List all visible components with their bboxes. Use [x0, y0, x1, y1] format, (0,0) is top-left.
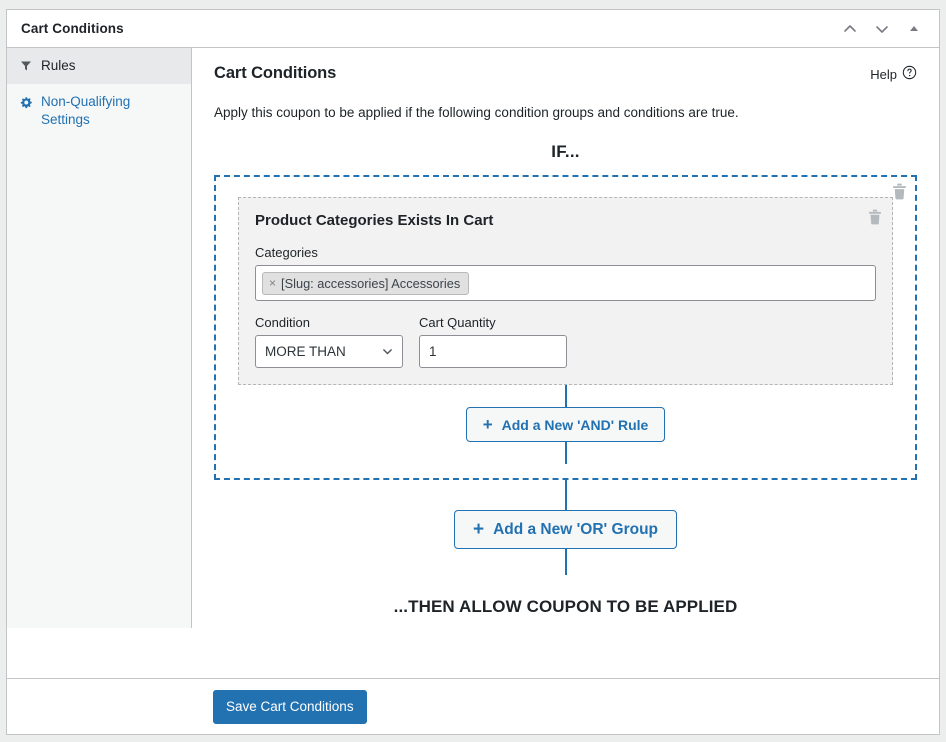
condition-label: Condition — [255, 315, 403, 330]
or-group: Product Categories Exists In Cart Catego… — [214, 175, 917, 480]
categories-input[interactable]: × [Slug: accessories] Accessories — [255, 265, 876, 301]
metabox-body: Rules Non-Qualifying Settings Cart Condi… — [7, 48, 939, 678]
plus-icon: + — [473, 520, 484, 539]
metabox-header: Cart Conditions — [7, 10, 939, 48]
sidebar-item-label: Non-Qualifying Settings — [41, 93, 181, 129]
category-tag[interactable]: × [Slug: accessories] Accessories — [262, 272, 469, 295]
add-or-group-label: Add a New 'OR' Group — [493, 521, 658, 539]
page-title: Cart Conditions — [214, 64, 336, 83]
category-tag-label: [Slug: accessories] Accessories — [281, 276, 460, 291]
conditions-content: Cart Conditions Help Apply this coupon t… — [192, 48, 939, 678]
settings-sidebar: Rules Non-Qualifying Settings — [7, 48, 192, 628]
condition-select[interactable]: MORE THAN — [255, 335, 403, 368]
then-label: ...THEN ALLOW COUPON TO BE APPLIED — [214, 597, 917, 617]
metabox-footer: Save Cart Conditions — [7, 678, 939, 734]
plus-icon: + — [483, 416, 493, 433]
metabox-title: Cart Conditions — [21, 21, 124, 36]
condition-card: Product Categories Exists In Cart Catego… — [238, 197, 893, 385]
condition-row: Condition MORE THAN Cart — [255, 315, 876, 368]
connector-line — [565, 480, 567, 510]
sidebar-item-non-qualifying-settings[interactable]: Non-Qualifying Settings — [7, 84, 191, 138]
toggle-panel-icon[interactable] — [899, 15, 929, 43]
cart-quantity-field: Cart Quantity — [419, 315, 567, 368]
content-header: Cart Conditions Help — [214, 64, 917, 83]
sidebar-item-label: Rules — [41, 57, 76, 75]
categories-label: Categories — [255, 245, 876, 260]
filter-icon — [19, 57, 33, 75]
if-label: IF... — [214, 142, 917, 162]
condition-title: Product Categories Exists In Cart — [255, 212, 876, 229]
add-and-rule-button[interactable]: + Add a New 'AND' Rule — [466, 407, 666, 442]
help-link[interactable]: Help — [870, 65, 917, 83]
move-down-icon[interactable] — [867, 15, 897, 43]
intro-text: Apply this coupon to be applied if the f… — [214, 105, 917, 120]
question-mark-icon — [902, 65, 917, 83]
cart-quantity-label: Cart Quantity — [419, 315, 567, 330]
delete-condition-trash-icon[interactable] — [868, 209, 882, 225]
add-and-rule-label: Add a New 'AND' Rule — [502, 417, 649, 433]
connector-line — [565, 442, 567, 464]
help-label: Help — [870, 67, 897, 82]
save-cart-conditions-button[interactable]: Save Cart Conditions — [213, 690, 367, 724]
condition-field: Condition MORE THAN — [255, 315, 403, 368]
connector-line — [565, 549, 567, 575]
connector-line — [565, 385, 567, 407]
move-up-icon[interactable] — [835, 15, 865, 43]
remove-tag-icon[interactable]: × — [269, 277, 276, 289]
delete-group-trash-icon[interactable] — [892, 183, 907, 200]
add-or-group-button[interactable]: + Add a New 'OR' Group — [454, 510, 677, 549]
cart-quantity-input[interactable] — [419, 335, 567, 368]
metabox-header-actions — [835, 15, 929, 43]
gear-icon — [19, 93, 33, 111]
cart-conditions-metabox: Cart Conditions Rules — [6, 9, 940, 735]
sidebar-item-rules[interactable]: Rules — [7, 48, 191, 84]
